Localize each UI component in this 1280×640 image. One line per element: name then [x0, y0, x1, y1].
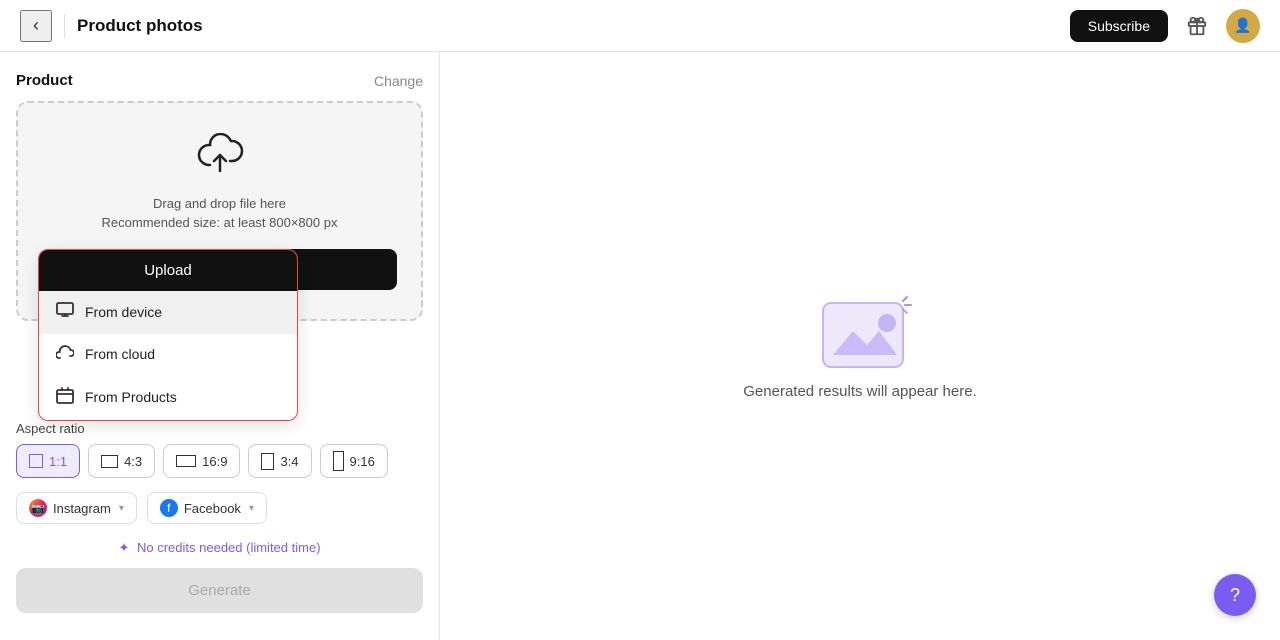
section-title: Product — [16, 72, 73, 89]
page-title: Product photos — [77, 16, 1070, 36]
aspect-icon-3-4 — [261, 453, 274, 470]
aspect-9-16[interactable]: 9:16 — [320, 444, 388, 478]
dropdown-item-from-cloud[interactable]: From cloud — [39, 334, 297, 375]
dropdown-upload-button[interactable]: Upload — [39, 250, 297, 291]
generate-button[interactable]: Generate — [16, 568, 423, 613]
credits-star-icon: ✦ — [118, 540, 129, 555]
main-layout: Product Change Drag and drop file here R… — [0, 52, 1280, 640]
avatar[interactable]: 👤 — [1226, 9, 1260, 43]
dropdown-item-label: From Products — [85, 389, 177, 405]
credits-row: ✦ No credits needed (limited time) — [16, 540, 423, 556]
back-button[interactable]: ‹ — [20, 10, 52, 42]
aspect-1-1[interactable]: 1:1 — [16, 444, 80, 478]
dropdown-item-from-products[interactable]: From Products — [39, 375, 297, 420]
upload-hint: Drag and drop file here Recommended size… — [102, 194, 338, 233]
upload-btn-container: Upload Upload From device — [42, 249, 397, 290]
empty-state-text: Generated results will appear here. — [743, 383, 976, 400]
right-panel: Generated results will appear here. — [440, 52, 1280, 640]
aspect-ratio-section: Aspect ratio 1:1 4:3 16:9 3:4 — [16, 421, 423, 613]
dropdown-item-from-device[interactable]: From device — [39, 291, 297, 334]
empty-state: Generated results will appear here. — [743, 293, 976, 400]
facebook-chevron-icon: ▾ — [249, 503, 254, 514]
monitor-icon — [55, 302, 75, 323]
aspect-4-3[interactable]: 4:3 — [88, 444, 155, 478]
section-header: Product Change — [16, 72, 423, 89]
aspect-icon-1-1 — [29, 454, 43, 468]
aspect-ratio-label: Aspect ratio — [16, 421, 423, 436]
aspect-16-9[interactable]: 16:9 — [163, 444, 240, 478]
facebook-button[interactable]: f Facebook ▾ — [147, 492, 267, 524]
aspect-options: 1:1 4:3 16:9 3:4 9:16 — [16, 444, 423, 478]
image-placeholder-icon — [815, 293, 905, 367]
gift-icon[interactable] — [1180, 9, 1214, 43]
aspect-icon-4-3 — [101, 455, 118, 468]
header: ‹ Product photos Subscribe 👤 — [0, 0, 1280, 52]
header-actions: Subscribe 👤 — [1070, 9, 1260, 43]
header-divider — [64, 14, 65, 38]
help-button[interactable]: ? — [1214, 574, 1256, 616]
upload-area[interactable]: Drag and drop file here Recommended size… — [16, 101, 423, 321]
cloud-icon — [55, 345, 75, 364]
cloud-upload-icon — [196, 133, 244, 182]
instagram-chevron-icon: ▾ — [119, 503, 124, 514]
dropdown-item-label: From cloud — [85, 346, 155, 362]
dropdown-item-label: From device — [85, 304, 162, 320]
aspect-icon-9-16 — [333, 451, 344, 471]
facebook-icon: f — [160, 499, 178, 517]
change-button[interactable]: Change — [374, 73, 423, 89]
instagram-icon: 📷 — [29, 499, 47, 517]
aspect-icon-16-9 — [176, 455, 196, 467]
subscribe-button[interactable]: Subscribe — [1070, 10, 1168, 42]
social-row: 📷 Instagram ▾ f Facebook ▾ — [16, 492, 423, 524]
upload-dropdown: Upload From device — [38, 249, 298, 421]
aspect-3-4[interactable]: 3:4 — [248, 444, 311, 478]
instagram-button[interactable]: 📷 Instagram ▾ — [16, 492, 137, 524]
box-icon — [55, 386, 75, 409]
left-panel: Product Change Drag and drop file here R… — [0, 52, 440, 640]
